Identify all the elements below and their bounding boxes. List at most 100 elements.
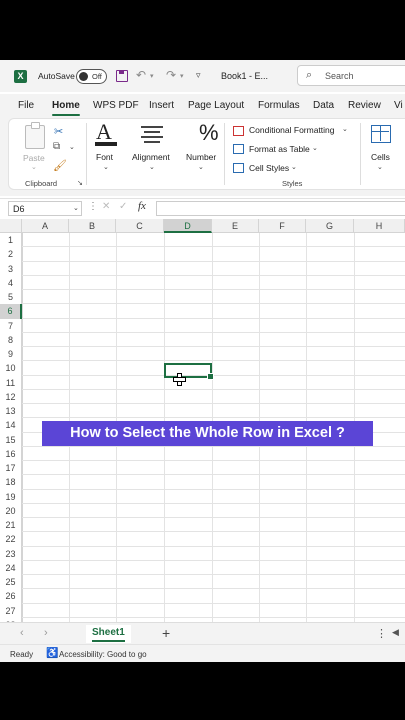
insert-function-icon[interactable]: fx bbox=[138, 200, 146, 212]
format-as-table-button[interactable]: Format as Table bbox=[249, 144, 310, 154]
row-header-23[interactable]: 23 bbox=[0, 546, 22, 561]
cell-styles-dropdown-icon[interactable]: ⌄ bbox=[291, 163, 297, 171]
redo-dropdown-icon[interactable]: ▾ bbox=[180, 72, 184, 80]
column-header-g[interactable]: G bbox=[306, 219, 354, 233]
row-header-5[interactable]: 5 bbox=[0, 290, 22, 305]
row-header-19[interactable]: 19 bbox=[0, 489, 22, 504]
copy-icon[interactable]: ⧉ bbox=[53, 141, 60, 152]
cells-label[interactable]: Cells bbox=[371, 152, 390, 162]
redo-icon[interactable]: ↷ bbox=[166, 68, 176, 82]
conditional-formatting-icon bbox=[233, 126, 244, 136]
row-header-25[interactable]: 25 bbox=[0, 575, 22, 590]
column-header-b[interactable]: B bbox=[69, 219, 116, 233]
tab-data[interactable]: Data bbox=[313, 100, 334, 111]
accessibility-status[interactable]: Accessibility: Good to go bbox=[59, 650, 147, 659]
tab-insert[interactable]: Insert bbox=[149, 100, 174, 111]
cells-dropdown-icon[interactable]: ⌄ bbox=[377, 163, 383, 171]
tab-page-layout[interactable]: Page Layout bbox=[188, 100, 244, 111]
autosave-toggle[interactable]: Off bbox=[76, 69, 107, 84]
cells-icon[interactable] bbox=[371, 125, 391, 143]
row-header-4[interactable]: 4 bbox=[0, 275, 22, 290]
row-header-10[interactable]: 10 bbox=[0, 361, 22, 376]
cut-icon[interactable]: ✂ bbox=[54, 125, 63, 138]
row-header-6[interactable]: 6 bbox=[0, 304, 22, 319]
select-all-corner[interactable] bbox=[0, 219, 22, 233]
row-header-15[interactable]: 15 bbox=[0, 432, 22, 447]
column-header-h[interactable]: H bbox=[354, 219, 405, 233]
row-header-22[interactable]: 22 bbox=[0, 532, 22, 547]
alignment-icon[interactable] bbox=[141, 126, 163, 146]
row-header-20[interactable]: 20 bbox=[0, 503, 22, 518]
row-header-24[interactable]: 24 bbox=[0, 560, 22, 575]
undo-icon[interactable]: ↶ bbox=[136, 68, 146, 82]
format-as-table-dropdown-icon[interactable]: ⌄ bbox=[312, 144, 318, 152]
gridline bbox=[22, 559, 405, 561]
cell-styles-button[interactable]: Cell Styles bbox=[249, 163, 289, 173]
search-box[interactable]: ⌕ Search bbox=[297, 65, 405, 86]
font-dropdown-icon[interactable]: ⌄ bbox=[103, 163, 109, 171]
more-icon[interactable]: ⋮ bbox=[376, 627, 387, 640]
format-painter-icon[interactable]: 🖌 bbox=[53, 159, 67, 172]
next-sheet-icon[interactable]: › bbox=[44, 627, 48, 639]
column-header-d[interactable]: D bbox=[164, 219, 212, 233]
formula-input[interactable] bbox=[156, 201, 405, 216]
sheet-tab-sheet1[interactable]: Sheet1 bbox=[86, 625, 131, 643]
more-options-icon[interactable]: ⋮ bbox=[88, 201, 98, 212]
row-header-2[interactable]: 2 bbox=[0, 247, 22, 262]
conditional-formatting-dropdown-icon[interactable]: ⌄ bbox=[342, 125, 348, 133]
row-header-17[interactable]: 17 bbox=[0, 461, 22, 476]
number-dropdown-icon[interactable]: ⌄ bbox=[198, 163, 204, 171]
alignment-label[interactable]: Alignment bbox=[132, 152, 170, 162]
number-format-icon[interactable]: % bbox=[199, 120, 219, 146]
row-header-1[interactable]: 1 bbox=[0, 233, 22, 248]
gridline bbox=[22, 289, 405, 290]
prev-sheet-icon[interactable]: ‹ bbox=[20, 627, 24, 639]
add-sheet-button[interactable]: + bbox=[162, 625, 170, 641]
cancel-icon[interactable]: ✕ bbox=[102, 201, 110, 212]
scroll-left-icon[interactable]: ◀ bbox=[392, 627, 399, 638]
row-header-9[interactable]: 9 bbox=[0, 347, 22, 362]
number-label[interactable]: Number bbox=[186, 152, 216, 162]
column-header-e[interactable]: E bbox=[212, 219, 259, 233]
row-header-13[interactable]: 13 bbox=[0, 404, 22, 419]
row-header-12[interactable]: 12 bbox=[0, 389, 22, 404]
tab-review[interactable]: Review bbox=[348, 100, 381, 111]
enter-icon[interactable]: ✓ bbox=[119, 201, 127, 212]
tab-wps-pdf[interactable]: WPS PDF bbox=[93, 100, 139, 111]
font-label[interactable]: Font bbox=[96, 152, 113, 162]
row-header-11[interactable]: 11 bbox=[0, 375, 22, 390]
row-header-7[interactable]: 7 bbox=[0, 318, 22, 333]
conditional-formatting-button[interactable]: Conditional Formatting bbox=[249, 125, 335, 135]
row-header-26[interactable]: 26 bbox=[0, 589, 22, 604]
active-cell-d6[interactable] bbox=[164, 363, 214, 380]
column-header-f[interactable]: F bbox=[259, 219, 306, 233]
copy-dropdown-icon[interactable]: ⌄ bbox=[69, 143, 75, 151]
document-title[interactable]: Book1 - E... bbox=[221, 71, 268, 81]
gridline bbox=[22, 460, 405, 461]
row-header-8[interactable]: 8 bbox=[0, 332, 22, 347]
undo-dropdown-icon[interactable]: ▾ bbox=[150, 72, 154, 80]
paste-dropdown-icon[interactable]: ⌄ bbox=[31, 163, 37, 171]
save-icon[interactable] bbox=[116, 70, 128, 82]
tab-view[interactable]: Vi bbox=[394, 100, 403, 111]
clipboard-launcher-icon[interactable]: ↘ bbox=[77, 179, 83, 187]
column-header-c[interactable]: C bbox=[116, 219, 164, 233]
tab-home[interactable]: Home bbox=[52, 100, 80, 111]
ribbon-tabs: File Home WPS PDF Insert Page Layout For… bbox=[0, 94, 405, 116]
row-header-16[interactable]: 16 bbox=[0, 446, 22, 461]
paste-icon[interactable] bbox=[25, 122, 45, 149]
paste-label[interactable]: Paste bbox=[23, 153, 45, 163]
column-header-a[interactable]: A bbox=[22, 219, 69, 233]
cell-styles-icon bbox=[233, 163, 244, 173]
row-header-18[interactable]: 18 bbox=[0, 475, 22, 490]
customize-qat-icon[interactable]: ▿ bbox=[196, 70, 201, 81]
tab-file[interactable]: File bbox=[18, 100, 34, 111]
alignment-dropdown-icon[interactable]: ⌄ bbox=[149, 163, 155, 171]
row-header-3[interactable]: 3 bbox=[0, 261, 22, 276]
name-box-dropdown-icon[interactable]: ⌄ bbox=[73, 204, 79, 212]
tab-formulas[interactable]: Formulas bbox=[258, 100, 300, 111]
row-header-14[interactable]: 14 bbox=[0, 418, 22, 433]
row-header-27[interactable]: 27 bbox=[0, 603, 22, 618]
name-box[interactable]: D6 ⌄ bbox=[8, 201, 82, 216]
row-header-21[interactable]: 21 bbox=[0, 518, 22, 533]
